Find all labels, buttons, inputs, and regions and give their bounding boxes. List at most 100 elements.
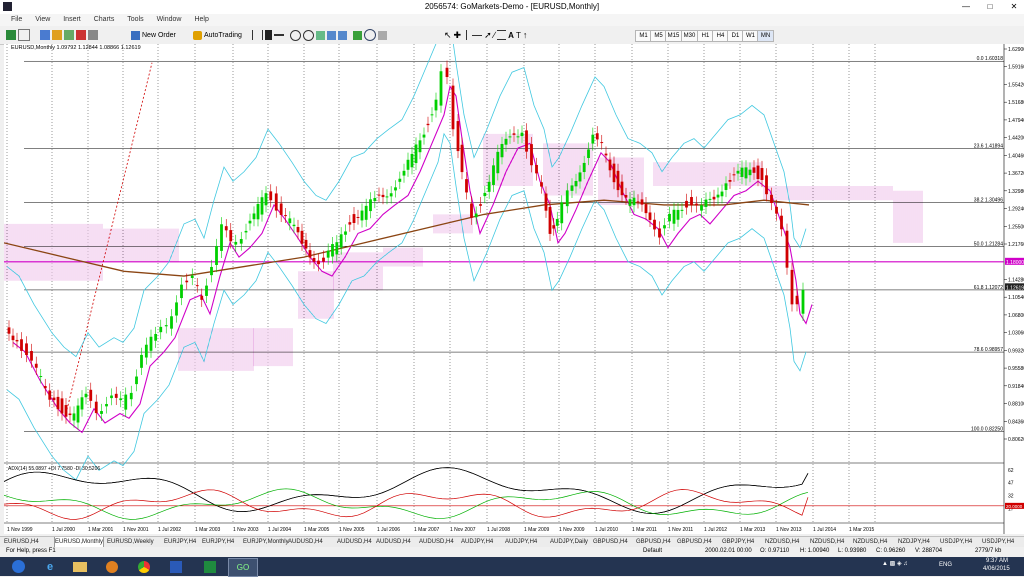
chart-tab[interactable]: NZDUSD,H4 — [765, 537, 799, 547]
menu-charts[interactable]: Charts — [94, 14, 115, 26]
new-chart-icon[interactable] — [6, 30, 16, 40]
crosshair-icon[interactable]: ✚ — [454, 30, 462, 41]
maximize-button[interactable]: □ — [982, 1, 998, 12]
menu-insert[interactable]: Insert — [63, 14, 81, 26]
excel-taskbar-button[interactable] — [196, 558, 224, 575]
bearish-candle — [356, 216, 360, 218]
zoom-out-icon[interactable] — [303, 29, 314, 41]
bullish-candle — [587, 149, 590, 158]
bearish-candle — [644, 204, 648, 214]
bullish-candle — [248, 220, 252, 224]
bullish-candle — [135, 376, 138, 385]
chart-tab[interactable]: GBPUSD,H4 — [593, 537, 628, 547]
bearish-candle — [760, 168, 764, 180]
chart-tab[interactable]: USDJPY,H4 — [982, 537, 1014, 547]
chart-tab[interactable]: EURUSD,Weekly — [107, 537, 154, 547]
menu-window[interactable]: Window — [157, 14, 182, 26]
market-watch-icon[interactable] — [40, 30, 50, 40]
chart-shift-icon[interactable] — [338, 30, 347, 40]
horizontal-line-icon[interactable] — [472, 34, 483, 36]
ie-taskbar-button[interactable]: e — [36, 558, 64, 575]
timeframe-m15[interactable]: M15 — [665, 30, 682, 42]
clock-time[interactable]: 9:37 AM — [986, 558, 1008, 564]
close-button[interactable]: ✕ — [1006, 1, 1022, 12]
bullish-candle — [100, 411, 103, 414]
navigator-icon[interactable] — [64, 30, 74, 40]
chart-tab[interactable]: NZDUSD,H4 — [853, 537, 887, 547]
chart-tab[interactable]: USDJPY,H4 — [940, 537, 972, 547]
vertical-line-icon[interactable] — [466, 30, 468, 40]
bearish-candle — [348, 222, 352, 225]
bearish-candle — [284, 215, 287, 217]
chart-tab[interactable]: AUDUSD,H4 — [376, 537, 411, 547]
chart-tab[interactable]: AUDUSD,H4 — [337, 537, 372, 547]
menu-help[interactable]: Help — [194, 14, 208, 26]
menu-tools[interactable]: Tools — [127, 14, 143, 26]
indicators-icon[interactable] — [353, 30, 362, 40]
fibonacci-icon[interactable] — [497, 30, 507, 40]
bullish-candle — [39, 376, 43, 378]
chart-tab[interactable]: NZDJPY,H4 — [898, 537, 930, 547]
bearish-candle — [512, 133, 516, 135]
timeframe-m30[interactable]: M30 — [681, 30, 698, 42]
chart-tab[interactable]: AUDJPY,H4 — [461, 537, 493, 547]
chart-tab[interactable]: EURUSD,H4 — [4, 537, 39, 547]
bar-chart-icon[interactable] — [252, 30, 263, 40]
chart-tab[interactable]: AUDUSD,H4 — [419, 537, 454, 547]
terminal-icon[interactable] — [76, 30, 86, 40]
zoom-in-icon[interactable] — [290, 29, 301, 41]
text-tool-icon[interactable]: A — [508, 31, 514, 40]
price-chart[interactable]: 0.0 1.60318 23.6 1.41894 38.2 1.30496 50.0 … — [4, 44, 1024, 534]
cursor-icon[interactable]: ↖ — [444, 30, 452, 41]
chart-tab[interactable]: EURJPY,Monthly — [243, 537, 289, 547]
bearish-candle — [308, 250, 312, 258]
tile-icon[interactable] — [316, 30, 325, 40]
start-button[interactable] — [4, 558, 32, 575]
menu-view[interactable]: View — [35, 14, 50, 26]
trendline-icon[interactable]: ➚ — [484, 30, 492, 41]
periods-icon[interactable] — [364, 29, 376, 41]
profiles-icon[interactable] — [18, 29, 30, 41]
arrow-tool-icon[interactable]: ↑ — [523, 30, 528, 40]
chrome-icon — [138, 560, 150, 573]
line-chart-icon[interactable] — [274, 34, 284, 36]
autotrading-button[interactable]: AutoTrading — [193, 29, 242, 41]
metatrader-taskbar-button[interactable]: GO — [228, 558, 258, 577]
menu-file[interactable]: File — [11, 14, 22, 26]
minimize-button[interactable]: — — [958, 1, 974, 12]
bullish-candle — [140, 354, 143, 368]
clock-date[interactable]: 4/06/2015 — [983, 566, 1010, 572]
data-window-icon[interactable] — [52, 30, 62, 40]
chart-tab[interactable]: GBPJPY,H4 — [722, 537, 754, 547]
explorer-taskbar-button[interactable] — [66, 558, 94, 575]
bullish-candle — [434, 99, 438, 111]
media-taskbar-button[interactable] — [98, 558, 126, 575]
bullish-candle — [385, 196, 389, 198]
folder-icon — [73, 561, 87, 572]
bearish-candle — [616, 170, 620, 191]
chart-tab[interactable]: AUDUSD,H4 — [288, 537, 323, 547]
chrome-taskbar-button[interactable] — [130, 558, 158, 575]
tester-icon[interactable] — [88, 30, 98, 40]
chart-tab[interactable]: EURJPY,H4 — [164, 537, 196, 547]
word-taskbar-button[interactable] — [162, 558, 190, 575]
chart-tab[interactable]: GBPUSD,H4 — [636, 537, 671, 547]
chart-window[interactable]: 0.0 1.60318 23.6 1.41894 38.2 1.30496 50.0 … — [4, 44, 1024, 534]
label-tool-icon[interactable]: T — [516, 31, 521, 40]
chart-tab[interactable]: NZDUSD,H4 — [810, 537, 844, 547]
bearish-candle — [544, 193, 548, 211]
chart-tab[interactable]: AUDJPY,H4 — [505, 537, 537, 547]
channel-icon[interactable]: ∕ — [494, 30, 496, 40]
chart-tab[interactable]: AUDJPY,Daily — [550, 537, 588, 547]
bullish-candle — [716, 194, 720, 198]
chart-tab[interactable]: EURJPY,H4 — [202, 537, 234, 547]
bullish-candle — [252, 213, 256, 220]
new-order-button[interactable]: New Order — [131, 29, 176, 41]
candlestick-icon[interactable] — [265, 30, 272, 40]
autoscroll-icon[interactable] — [327, 30, 336, 40]
templates-icon[interactable] — [378, 30, 387, 40]
bearish-candle — [604, 153, 608, 156]
language-indicator[interactable]: ENG — [939, 562, 952, 568]
chart-tab[interactable]: GBPUSD,H4 — [677, 537, 712, 547]
timeframe-mn[interactable]: MN — [757, 30, 774, 42]
